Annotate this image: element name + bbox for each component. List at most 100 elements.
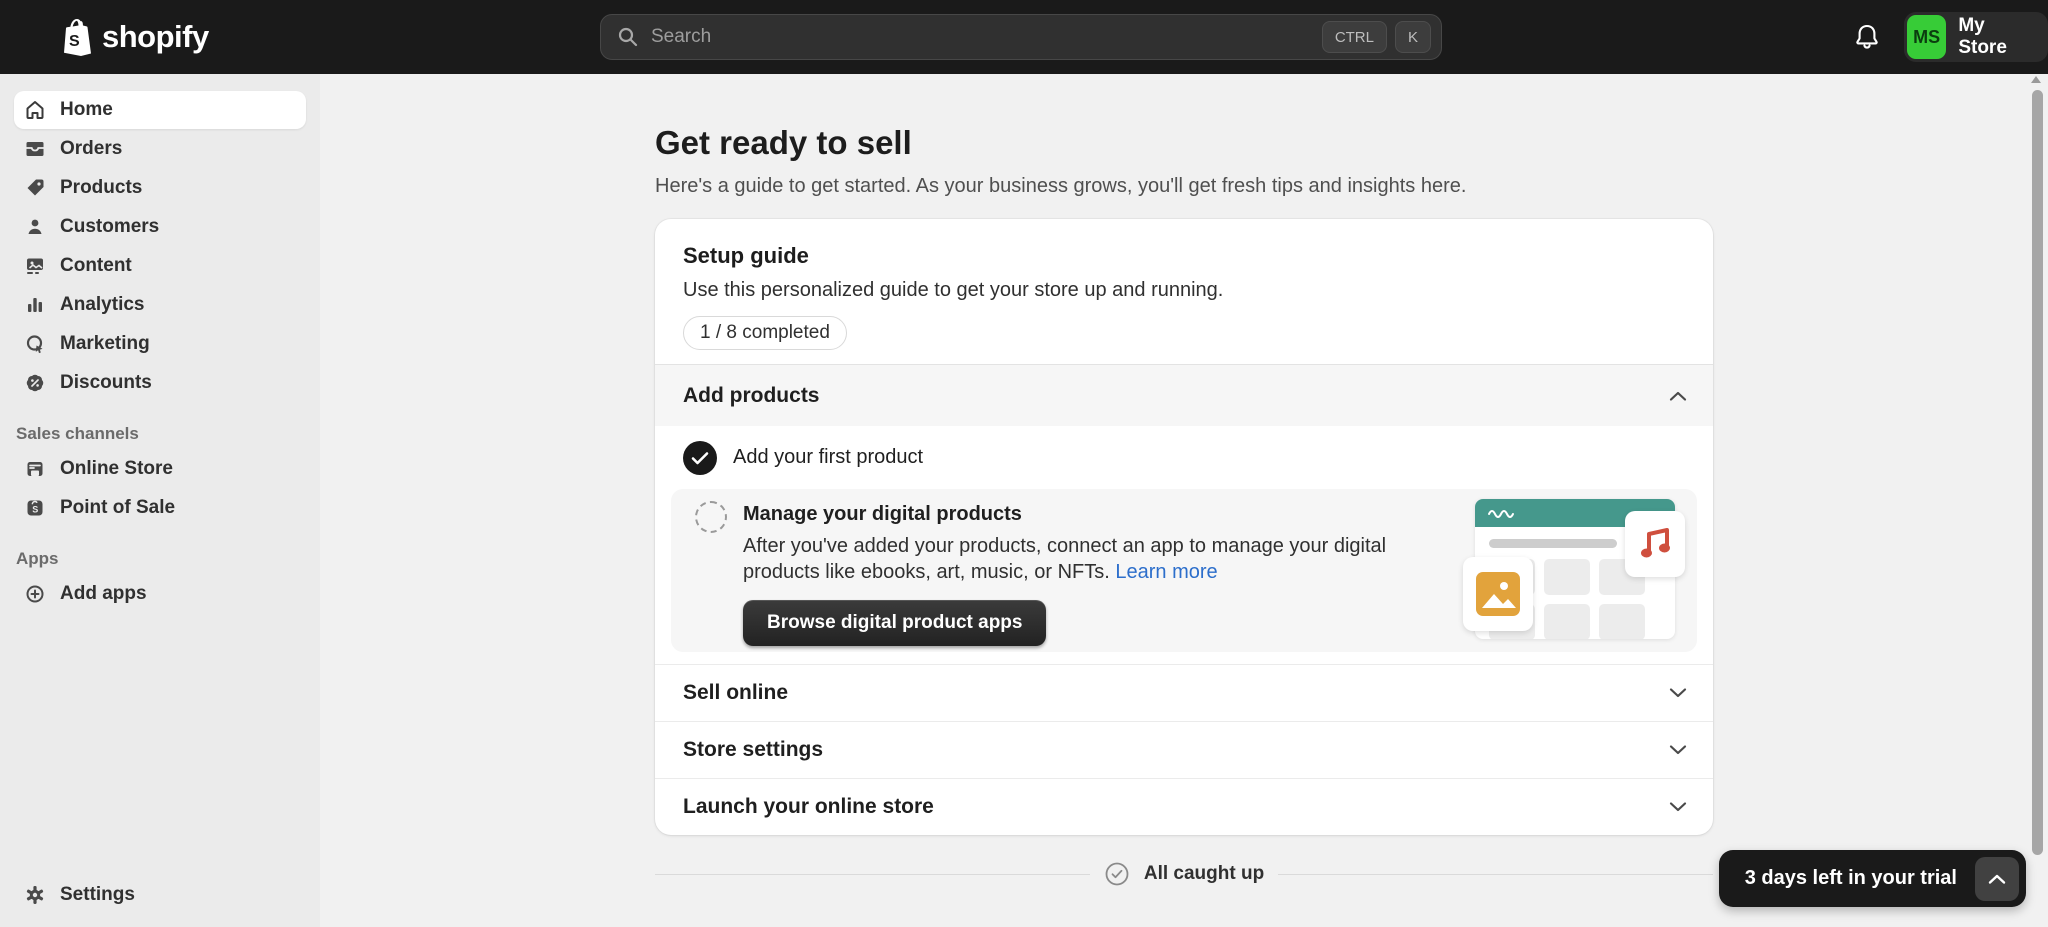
discount-badge-icon xyxy=(24,372,46,394)
task-label: Add your first product xyxy=(733,446,923,469)
notifications-bell-icon[interactable] xyxy=(1852,22,1882,52)
svg-text:S: S xyxy=(32,505,38,515)
completed-check-icon[interactable] xyxy=(683,441,717,475)
sidebar-item-label: Marketing xyxy=(60,333,150,355)
sidebar-item-label: Online Store xyxy=(60,458,173,480)
sidebar-item-label: Content xyxy=(60,255,132,277)
sidebar-item-products[interactable]: Products xyxy=(14,169,306,207)
pos-icon: S xyxy=(24,497,46,519)
sidebar-item-settings[interactable]: Settings xyxy=(14,876,306,914)
sidebar-item-content[interactable]: Content xyxy=(14,247,306,285)
page-title: Get ready to sell xyxy=(655,124,1713,162)
sidebar-item-label: Products xyxy=(60,177,142,199)
bar-chart-icon xyxy=(24,294,46,316)
sidebar-item-label: Analytics xyxy=(60,294,144,316)
sidebar-item-analytics[interactable]: Analytics xyxy=(14,286,306,324)
trial-label: 3 days left in your trial xyxy=(1745,867,1957,890)
sidebar-item-home[interactable]: Home xyxy=(14,91,306,129)
shopify-bag-icon: S xyxy=(56,17,92,57)
shopify-logo[interactable]: S shopify xyxy=(56,17,209,57)
scrollbar-thumb[interactable] xyxy=(2032,90,2043,855)
chevron-up-icon xyxy=(1988,873,2006,885)
chevron-down-icon xyxy=(1669,744,1687,756)
setup-guide-description: Use this personalized guide to get your … xyxy=(683,279,1685,302)
shortcut-ctrl-key: CTRL xyxy=(1322,21,1387,53)
section-label: Sell online xyxy=(683,681,788,705)
trial-banner[interactable]: 3 days left in your trial xyxy=(1719,850,2026,907)
scrollbar-up-arrow[interactable] xyxy=(2031,76,2041,83)
illustration-text-bar xyxy=(1489,539,1617,548)
sidebar-item-marketing[interactable]: Marketing xyxy=(14,325,306,363)
search-icon xyxy=(617,26,639,48)
sidebar-item-add-apps[interactable]: Add apps xyxy=(14,575,306,613)
sidebar-item-label: Settings xyxy=(60,884,135,906)
sidebar-nav: Home Orders Products Customers xyxy=(0,74,320,927)
shopify-admin: S shopify CTRL K MS My Store xyxy=(0,0,2048,927)
shortcut-k-key: K xyxy=(1395,21,1431,53)
setup-guide-card: Setup guide Use this personalized guide … xyxy=(655,219,1713,835)
sales-channels-header: Sales channels xyxy=(16,424,306,444)
sidebar-item-label: Home xyxy=(60,99,113,121)
sidebar-item-customers[interactable]: Customers xyxy=(14,208,306,246)
squiggle-icon xyxy=(1487,508,1523,518)
sidebar-item-label: Add apps xyxy=(60,583,147,605)
home-icon xyxy=(24,99,46,121)
learn-more-link[interactable]: Learn more xyxy=(1115,561,1217,583)
store-name: My Store xyxy=(1958,15,2030,59)
section-label: Add products xyxy=(683,384,820,408)
check-circle-icon xyxy=(1104,861,1130,887)
apps-header: Apps xyxy=(16,549,306,569)
section-sell-online[interactable]: Sell online xyxy=(655,664,1713,721)
incomplete-task-icon[interactable] xyxy=(695,501,727,533)
page-subtitle: Here's a guide to get started. As your b… xyxy=(655,175,1713,198)
section-add-products[interactable]: Add products xyxy=(655,364,1713,426)
all-caught-up-label: All caught up xyxy=(1144,863,1264,885)
image-icon xyxy=(1476,572,1520,616)
divider xyxy=(655,874,1090,875)
browse-digital-product-apps-button[interactable]: Browse digital product apps xyxy=(743,600,1046,646)
task-add-first-product[interactable]: Add your first product xyxy=(655,426,1713,489)
sidebar-item-online-store[interactable]: Online Store xyxy=(14,450,306,488)
marketing-icon xyxy=(24,333,46,355)
store-menu[interactable]: MS My Store xyxy=(1904,12,2048,62)
store-avatar: MS xyxy=(1907,15,1946,59)
gear-icon xyxy=(24,884,46,906)
setup-guide-title: Setup guide xyxy=(683,243,1685,269)
section-label: Store settings xyxy=(683,738,823,762)
chevron-down-icon xyxy=(1669,801,1687,813)
section-store-settings[interactable]: Store settings xyxy=(655,721,1713,778)
sidebar-item-point-of-sale[interactable]: S Point of Sale xyxy=(14,489,306,527)
person-icon xyxy=(24,216,46,238)
illustration-music-card xyxy=(1625,511,1685,577)
chevron-up-icon xyxy=(1669,390,1687,402)
media-icon xyxy=(24,255,46,277)
chevron-down-icon xyxy=(1669,687,1687,699)
trial-expand-button[interactable] xyxy=(1975,857,2019,901)
global-search[interactable]: CTRL K xyxy=(600,14,1442,60)
tag-icon xyxy=(24,177,46,199)
section-label: Launch your online store xyxy=(683,795,934,819)
task-manage-digital-products: Manage your digital products After you'v… xyxy=(671,489,1697,652)
task-description: After you've added your products, connec… xyxy=(743,535,1386,583)
logo-wordmark: shopify xyxy=(102,19,209,55)
storefront-icon xyxy=(24,458,46,480)
sidebar-item-label: Discounts xyxy=(60,372,152,394)
sidebar-item-discounts[interactable]: Discounts xyxy=(14,364,306,402)
search-input[interactable] xyxy=(651,26,1314,48)
orders-icon xyxy=(24,138,46,160)
digital-products-illustration xyxy=(1435,495,1687,647)
sidebar-item-label: Point of Sale xyxy=(60,497,175,519)
section-launch-online-store[interactable]: Launch your online store xyxy=(655,778,1713,835)
svg-text:S: S xyxy=(69,33,80,50)
illustration-image-card xyxy=(1463,557,1533,631)
sidebar-item-orders[interactable]: Orders xyxy=(14,130,306,168)
all-caught-up: All caught up xyxy=(655,861,1713,887)
sidebar-item-label: Customers xyxy=(60,216,159,238)
main-content: Get ready to sell Here's a guide to get … xyxy=(320,74,2048,927)
task-title: Manage your digital products xyxy=(743,503,1419,526)
sidebar-item-label: Orders xyxy=(60,138,122,160)
music-note-icon xyxy=(1639,526,1671,562)
divider xyxy=(1278,874,1713,875)
top-bar: S shopify CTRL K MS My Store xyxy=(0,0,2048,74)
progress-badge: 1 / 8 completed xyxy=(683,316,847,350)
